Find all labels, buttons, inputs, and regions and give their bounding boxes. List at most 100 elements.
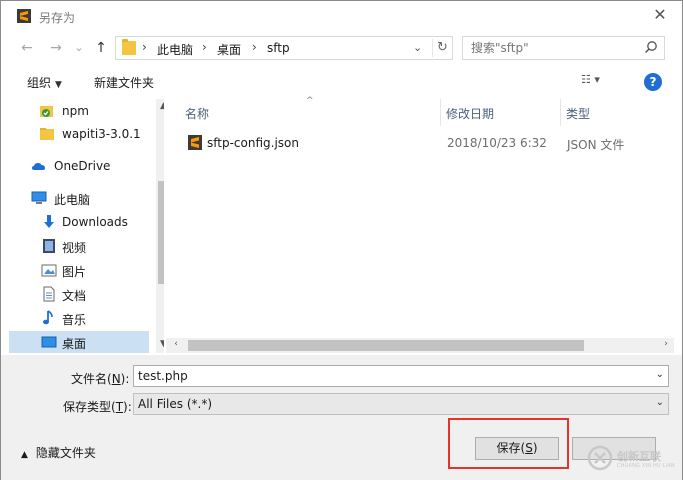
sidebar-item-music[interactable]: 音乐 [9,307,149,329]
file-row[interactable]: sftp-config.json 2018/10/23 6:32 JSON 文件 [182,132,662,154]
sidebar-item-desktop[interactable]: 桌面 [9,331,149,353]
filename-field[interactable]: test.php ⌄ [133,365,669,387]
close-icon[interactable]: ✕ [652,7,668,23]
hide-folders-label: 隐藏文件夹 [35,446,96,460]
chevron-down-icon[interactable]: ⌄ [656,369,664,380]
file-list: ^ 名称 修改日期 类型 sftp-config.json 2018/10/23… [166,96,674,353]
filetype-value: All Files (*.*) [138,397,213,411]
command-bar: 组织 ▼ 新建文件夹 ☷ ▾ ? [1,65,682,98]
column-divider[interactable] [440,99,441,126]
filename-label-accesskey: N [111,372,121,386]
folder-icon [122,39,136,55]
scroll-left-icon[interactable]: ‹ [170,339,182,351]
filename-label-suffix: ): [120,372,130,386]
up-arrow-icon[interactable]: ↑ [93,40,109,56]
breadcrumb-separator: › [142,40,147,54]
sidebar-scrollbar[interactable]: ▲ ▼ [156,99,164,353]
music-icon [43,310,53,325]
forward-arrow-icon[interactable]: → [48,40,64,56]
filetype-select[interactable]: All Files (*.*) ⌄ [133,393,669,415]
column-divider[interactable] [560,99,561,126]
breadcrumb-desktop[interactable]: 桌面 [217,41,241,58]
sidebar-item-onedrive[interactable]: OneDrive [9,155,149,177]
sidebar-item-this-pc[interactable]: 此电脑 [9,187,149,209]
sort-ascending-icon: ^ [306,96,314,106]
filetype-label: 保存类型(T): [63,398,132,415]
search-icon[interactable] [644,40,658,54]
navigation-pane: npm wapiti3-3.0.1 OneDrive 此电脑 Downloads… [9,99,164,353]
recent-locations-icon[interactable]: ⌄ [71,40,87,56]
sidebar-item-label: 图片 [62,265,87,279]
scrollbar-thumb[interactable] [188,340,584,351]
filename-value[interactable]: test.php [138,369,188,383]
column-header-modified[interactable]: 修改日期 [446,99,494,126]
title-bar: 另存为 ✕ [1,1,682,33]
sublime-file-icon [188,135,202,150]
sidebar-item-label: OneDrive [54,159,111,173]
save-options-panel: 文件名(N): test.php ⌄ 保存类型(T): All Files (*… [1,355,682,480]
watermark-brand: 创新互联 [617,450,661,463]
sublime-app-icon [17,9,31,23]
caret-down-icon: ▼ [55,80,62,90]
breadcrumb-this-pc[interactable]: 此电脑 [157,41,193,58]
file-type: JSON 文件 [567,138,625,152]
brand-logo-icon [587,445,613,471]
file-modified: 2018/10/23 6:32 [447,136,547,150]
address-dropdown-icon[interactable]: ⌄ [413,41,422,54]
scroll-down-icon[interactable]: ▼ [158,339,164,351]
scrollbar-thumb[interactable] [158,181,164,284]
view-options-icon[interactable]: ☷ ▾ [581,73,617,91]
watermark-logo: 创新互联 CHUANG XIN HU LIAN [587,445,683,477]
search-input[interactable] [471,40,641,56]
file-list-horizontal-scrollbar[interactable]: ‹ › [166,338,674,353]
scroll-right-icon[interactable]: › [660,339,672,351]
filetype-label-suffix: ): [123,400,132,414]
search-box[interactable] [462,36,665,60]
folder-icon [40,128,54,140]
cloud-icon [32,163,45,170]
watermark-subtitle: CHUANG XIN HU LIAN [617,463,675,469]
navigation-bar: ← → ⌄ ↑ › 此电脑 › 桌面 › sftp ⌄ ↻ [1,33,682,63]
new-folder-button[interactable]: 新建文件夹 [94,74,154,91]
sidebar-item-label: npm [62,104,89,118]
column-header-name[interactable]: 名称 [185,99,209,126]
caret-up-icon: ▲ [21,450,28,460]
sidebar-item-label: 视频 [62,241,87,255]
npm-folder-icon [40,106,53,117]
computer-icon [31,191,47,204]
sidebar-item-label: 文档 [62,289,87,303]
scroll-up-icon[interactable]: ▲ [158,101,164,113]
sidebar-item-label: wapiti3-3.0.1 [62,127,141,141]
sidebar-item-downloads[interactable]: Downloads [9,211,149,233]
picture-icon [41,264,57,277]
refresh-icon[interactable]: ↻ [432,39,452,57]
organize-label: 组织 [27,76,52,90]
sidebar-item-wapiti[interactable]: wapiti3-3.0.1 [9,123,149,145]
sidebar-item-label: Downloads [62,215,128,229]
breadcrumb-sftp[interactable]: sftp [267,41,290,55]
download-icon [44,215,54,228]
dialog-title: 另存为 [39,11,76,25]
sidebar-item-label: 此电脑 [54,193,91,207]
video-icon [43,239,55,253]
desktop-icon [41,336,57,348]
filename-label: 文件名(N): [71,370,129,387]
filetype-label-accesskey: T [115,400,124,414]
sidebar-item-videos[interactable]: 视频 [9,235,149,257]
file-name: sftp-config.json [207,136,299,150]
breadcrumb-separator: › [202,40,207,54]
filetype-label-text: 保存类型( [63,400,116,414]
column-header-type[interactable]: 类型 [566,99,590,126]
help-icon[interactable]: ? [644,73,662,91]
organize-menu[interactable]: 组织 ▼ [27,74,62,91]
filename-label-text: 文件名( [71,372,112,386]
annotation-highlight-box [448,418,569,469]
hide-folders-toggle[interactable]: ▲ 隐藏文件夹 [21,444,96,461]
sidebar-item-documents[interactable]: 文档 [9,283,149,305]
address-bar[interactable]: › 此电脑 › 桌面 › sftp ⌄ ↻ [115,36,453,60]
sidebar-item-npm[interactable]: npm [9,100,149,122]
sidebar-item-pictures[interactable]: 图片 [9,259,149,281]
back-arrow-icon[interactable]: ← [19,40,35,56]
sidebar-item-label: 桌面 [62,337,87,351]
sidebar-item-label: 音乐 [62,313,87,327]
